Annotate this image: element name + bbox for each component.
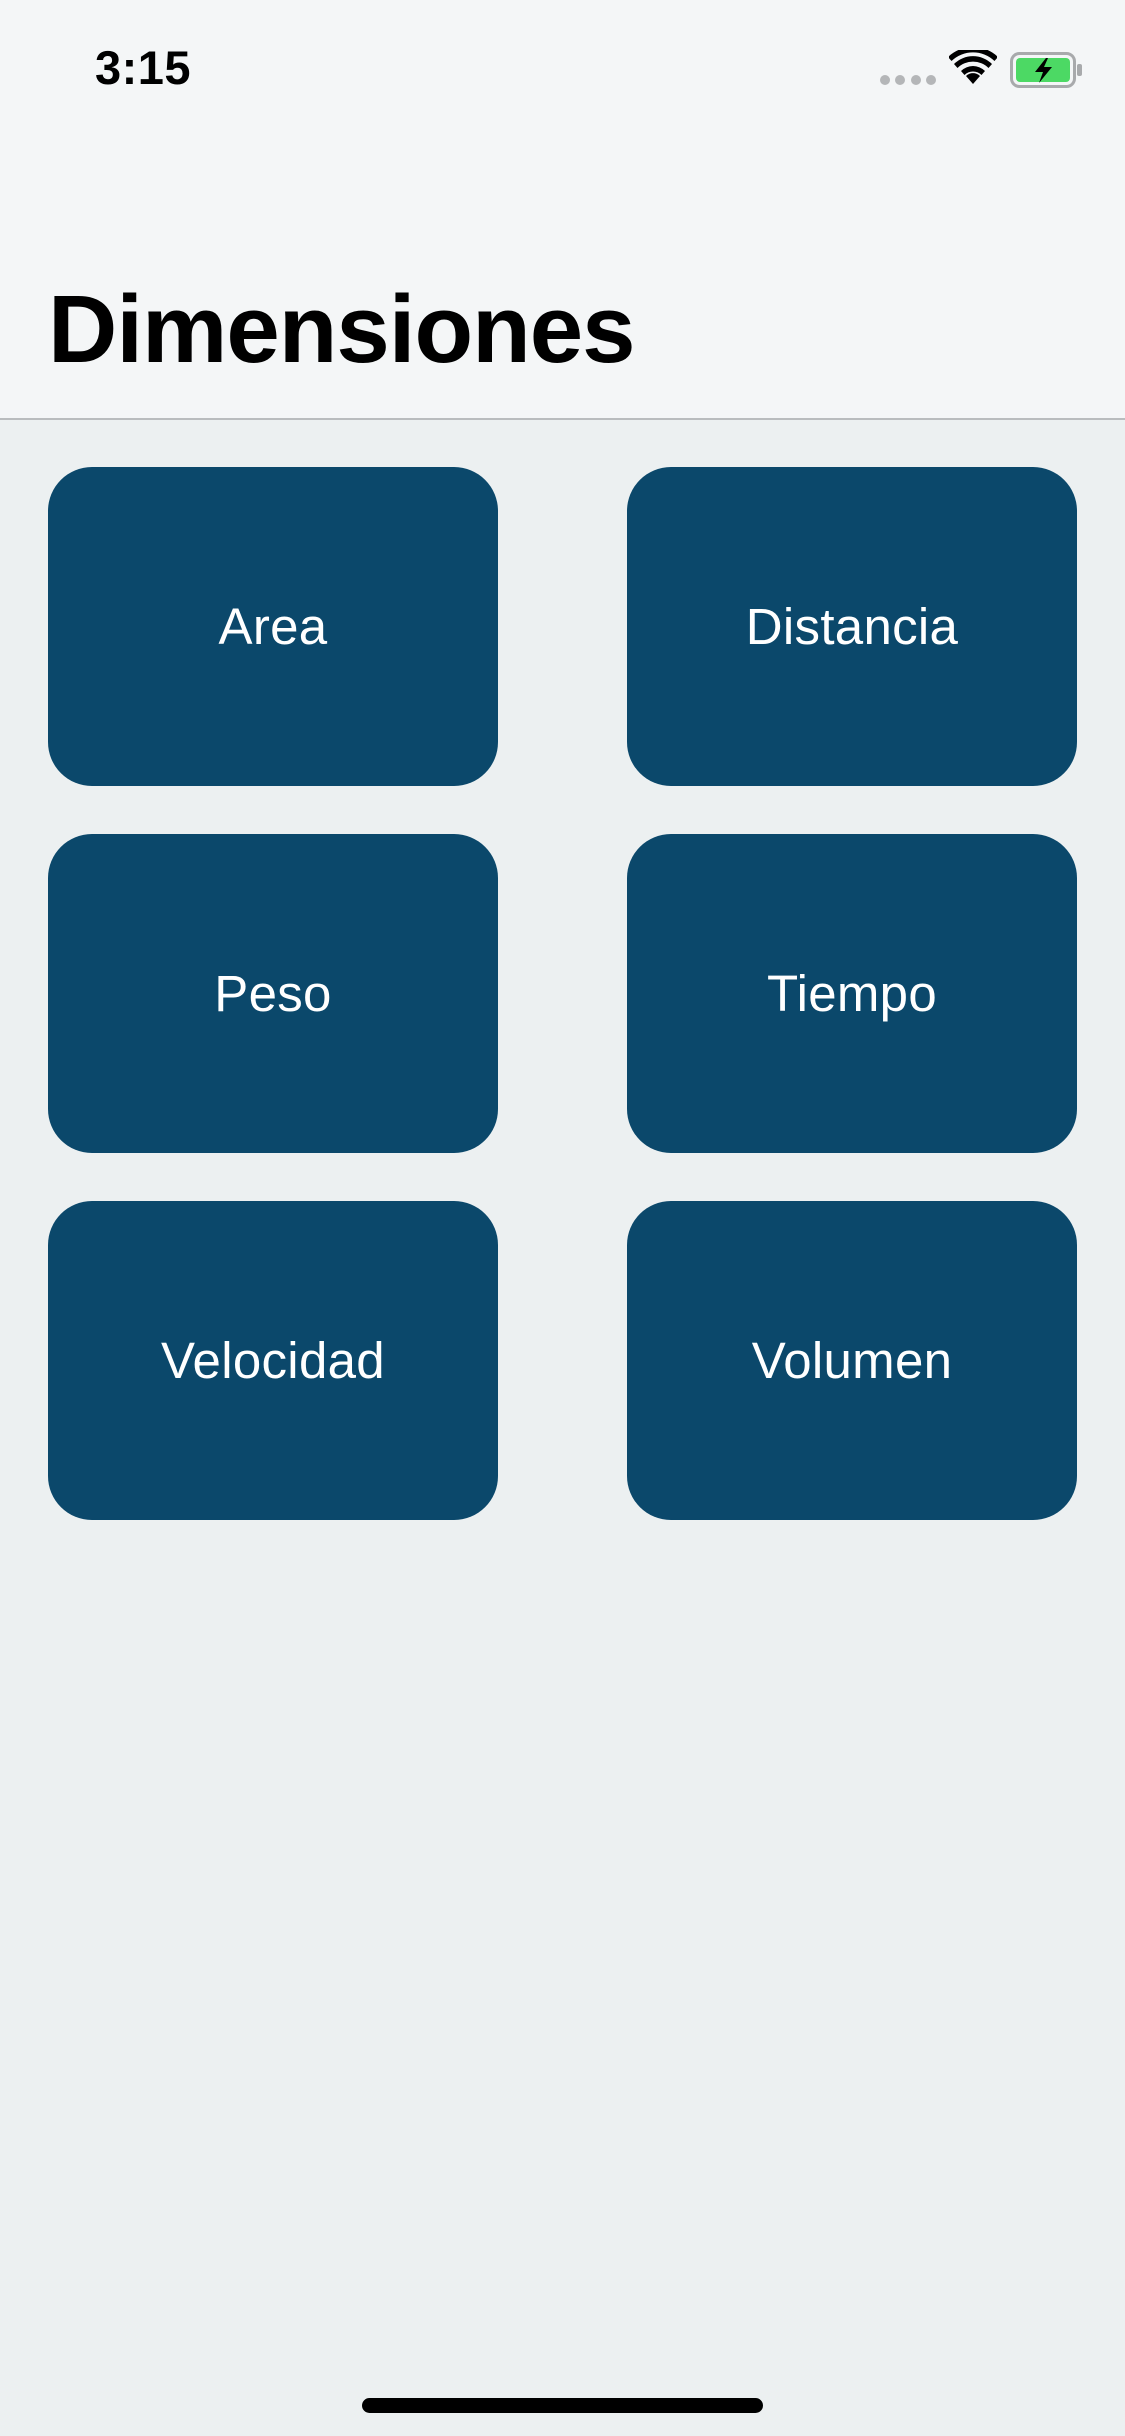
area-button[interactable]: Area bbox=[48, 467, 498, 786]
volumen-label: Volumen bbox=[751, 1332, 953, 1389]
navigation-header: 3:15 Dimensiones bbox=[0, 0, 1125, 420]
wifi-icon bbox=[949, 50, 997, 84]
dimension-grid: Area Distancia Peso Tiempo Velocidad Vol… bbox=[48, 467, 1077, 1520]
battery-charging-icon bbox=[1010, 52, 1082, 88]
status-time: 3:15 bbox=[95, 41, 192, 94]
tiempo-label: Tiempo bbox=[767, 965, 937, 1022]
page-title: Dimensiones bbox=[48, 276, 636, 383]
volumen-button[interactable]: Volumen bbox=[627, 1201, 1077, 1520]
peso-button[interactable]: Peso bbox=[48, 834, 498, 1153]
velocidad-button[interactable]: Velocidad bbox=[48, 1201, 498, 1520]
home-indicator[interactable] bbox=[362, 2398, 763, 2413]
signal-dots-icon bbox=[880, 75, 936, 87]
velocidad-label: Velocidad bbox=[161, 1332, 385, 1389]
distancia-button[interactable]: Distancia bbox=[627, 467, 1077, 786]
tiempo-button[interactable]: Tiempo bbox=[627, 834, 1077, 1153]
area-label: Area bbox=[218, 598, 328, 655]
peso-label: Peso bbox=[214, 965, 332, 1022]
distancia-label: Distancia bbox=[745, 598, 959, 655]
status-bar: 3:15 bbox=[0, 0, 1125, 140]
